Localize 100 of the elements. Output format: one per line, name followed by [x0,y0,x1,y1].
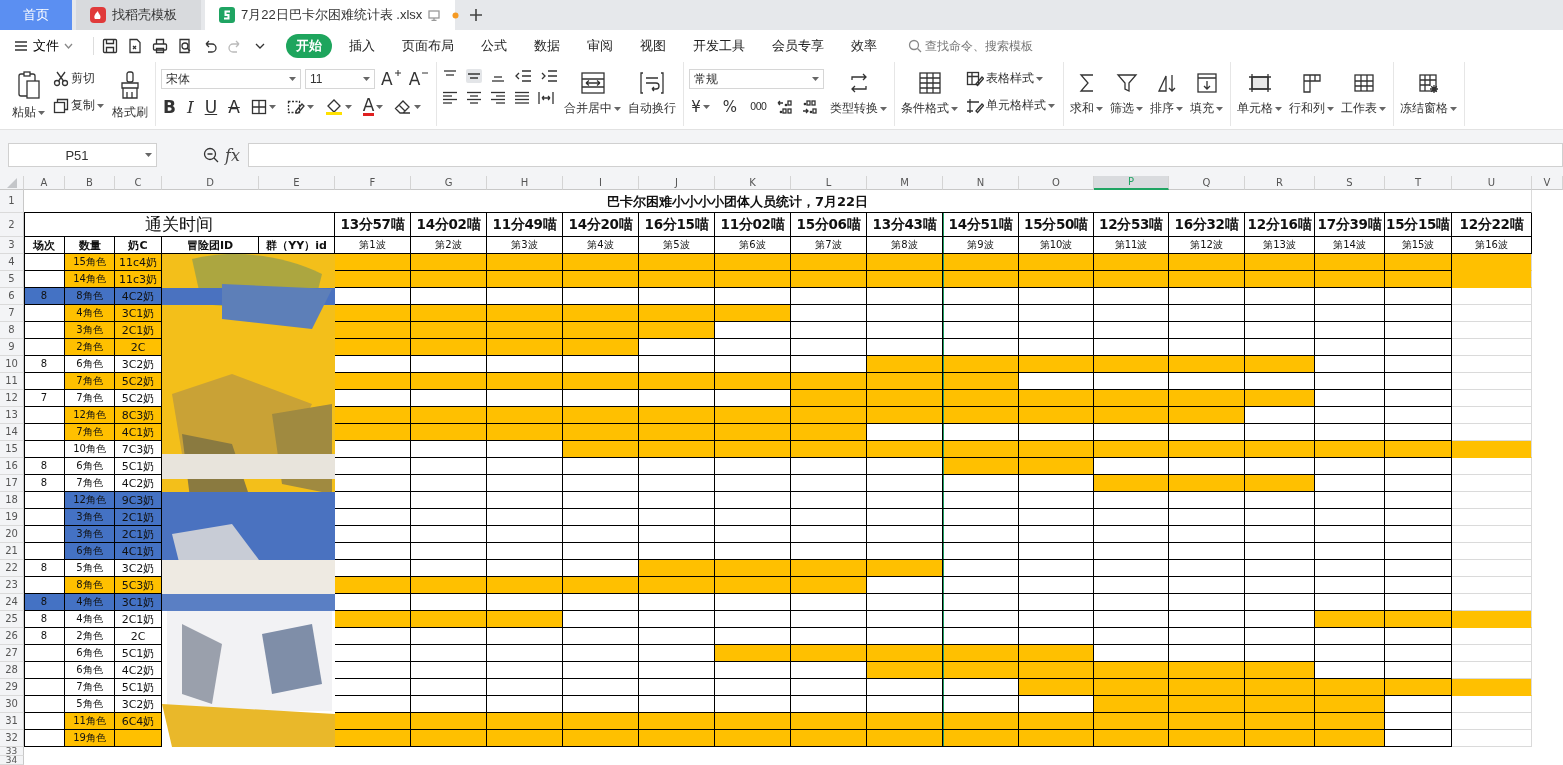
row-header[interactable]: 33 [0,747,24,756]
decrease-decimal-icon[interactable] [802,99,819,115]
align-middle-icon[interactable] [466,69,483,83]
row-header[interactable]: 26 [0,628,24,645]
column-header[interactable]: D [162,176,259,190]
column-header[interactable]: R [1245,176,1315,190]
row-header[interactable]: 21 [0,543,24,560]
row-header[interactable]: 29 [0,679,24,696]
row-header[interactable]: 12 [0,390,24,407]
increase-indent-icon[interactable] [540,69,559,83]
row-header[interactable]: 4 [0,254,24,271]
conditional-format-button[interactable]: 条件格式 [900,68,960,119]
formula-field[interactable] [247,143,1563,167]
font-color-button[interactable]: A [360,97,386,117]
row-header[interactable]: 24 [0,594,24,611]
decrease-indent-icon[interactable] [514,69,533,83]
row-header[interactable]: 34 [0,756,24,765]
ribbon-tab[interactable]: 开发工具 [683,34,755,58]
column-header[interactable]: U [1452,176,1532,190]
file-menu[interactable]: 文件 [14,37,73,55]
column-header[interactable]: Q [1169,176,1245,190]
row-header[interactable]: 23 [0,577,24,594]
row-header[interactable]: 2 [0,213,24,237]
number-format-select[interactable]: 常规 [689,69,825,89]
paste-button[interactable]: 粘贴 [11,68,46,123]
ribbon-tab[interactable]: 视图 [630,34,676,58]
column-header[interactable]: S [1315,176,1385,190]
toolbar-button[interactable]: 行和列 [1288,68,1336,119]
column-header[interactable]: N [943,176,1019,190]
table-style-button[interactable]: 表格样式 [964,69,1058,88]
percent-button[interactable]: % [720,97,740,117]
column-header[interactable]: G [411,176,487,190]
wrap-text-button[interactable]: 自动换行 [627,68,678,119]
toolbar-button[interactable]: 单元格 [1236,68,1284,119]
ribbon-tab[interactable]: 公式 [471,34,517,58]
grow-font-button[interactable]: A [379,69,403,89]
name-box[interactable]: P51 [8,143,157,167]
plus-icon[interactable] [469,8,483,22]
row-header[interactable]: 19 [0,509,24,526]
row-header[interactable]: 20 [0,526,24,543]
column-header[interactable]: H [487,176,563,190]
thousands-button[interactable]: 000 [748,97,769,117]
align-left-icon[interactable] [442,91,459,105]
row-header[interactable]: 3 [0,237,24,254]
row-header[interactable]: 8 [0,322,24,339]
justify-icon[interactable] [514,91,531,105]
column-header[interactable]: T [1385,176,1452,190]
column-header[interactable]: M [867,176,943,190]
column-header[interactable]: I [563,176,639,190]
toolbar-button[interactable]: 筛选 [1109,68,1145,119]
row-header[interactable]: 32 [0,730,24,747]
export-icon[interactable] [127,38,143,54]
clear-button[interactable] [392,98,424,116]
row-header[interactable]: 11 [0,373,24,390]
row-header[interactable]: 1 [0,190,24,213]
ribbon-tab[interactable]: 效率 [841,34,887,58]
distribute-icon[interactable] [538,91,555,105]
merge-center-button[interactable]: 合并居中 [563,68,623,119]
font-size-select[interactable]: 11 [305,69,375,89]
align-center-icon[interactable] [466,91,483,105]
cell-style-button[interactable]: 单元格样式 [964,96,1058,115]
zoom-icon[interactable] [203,147,219,163]
font-select[interactable]: 宋体 [161,69,301,89]
ribbon-tab[interactable]: 会员专享 [762,34,834,58]
ribbon-tab[interactable]: 插入 [339,34,385,58]
print-icon[interactable] [152,38,168,54]
column-header[interactable]: E [259,176,335,190]
toolbar-button[interactable]: 填充 [1189,68,1225,119]
align-right-icon[interactable] [490,91,507,105]
column-header[interactable]: L [791,176,867,190]
column-header[interactable]: A [24,176,65,190]
format-painter-button[interactable]: 格式刷 [111,68,149,123]
column-header[interactable]: O [1019,176,1094,190]
copy-button[interactable]: 复制 [51,96,106,115]
row-header[interactable]: 17 [0,475,24,492]
search-field[interactable]: 查找命令、搜索模板 [925,39,1065,53]
row-header[interactable]: 7 [0,305,24,322]
strikethrough-button[interactable]: A [226,97,242,117]
column-header[interactable]: B [65,176,115,190]
toolbar-button[interactable]: 冻结窗格 [1399,68,1459,119]
currency-button[interactable]: ¥ [689,97,712,117]
row-header[interactable]: 22 [0,560,24,577]
type-convert-button[interactable]: 类型转换 [829,68,889,119]
row-header[interactable]: 25 [0,611,24,628]
row-header[interactable]: 6 [0,288,24,305]
toolbar-button[interactable]: 求和 [1069,68,1105,119]
row-header[interactable]: 18 [0,492,24,509]
row-header[interactable]: 28 [0,662,24,679]
increase-decimal-icon[interactable] [777,99,794,115]
shrink-font-button[interactable]: A [406,69,431,89]
bold-button[interactable]: B [161,97,178,117]
toolbar-button[interactable]: 排序 [1149,68,1185,119]
ribbon-tab[interactable]: 页面布局 [392,34,464,58]
italic-button[interactable]: I [184,97,196,117]
tab[interactable]: 找稻壳模板 [76,0,201,30]
row-header[interactable]: 14 [0,424,24,441]
save-icon[interactable] [102,38,118,54]
column-header[interactable]: J [639,176,715,190]
row-header[interactable]: 9 [0,339,24,356]
row-header[interactable]: 10 [0,356,24,373]
